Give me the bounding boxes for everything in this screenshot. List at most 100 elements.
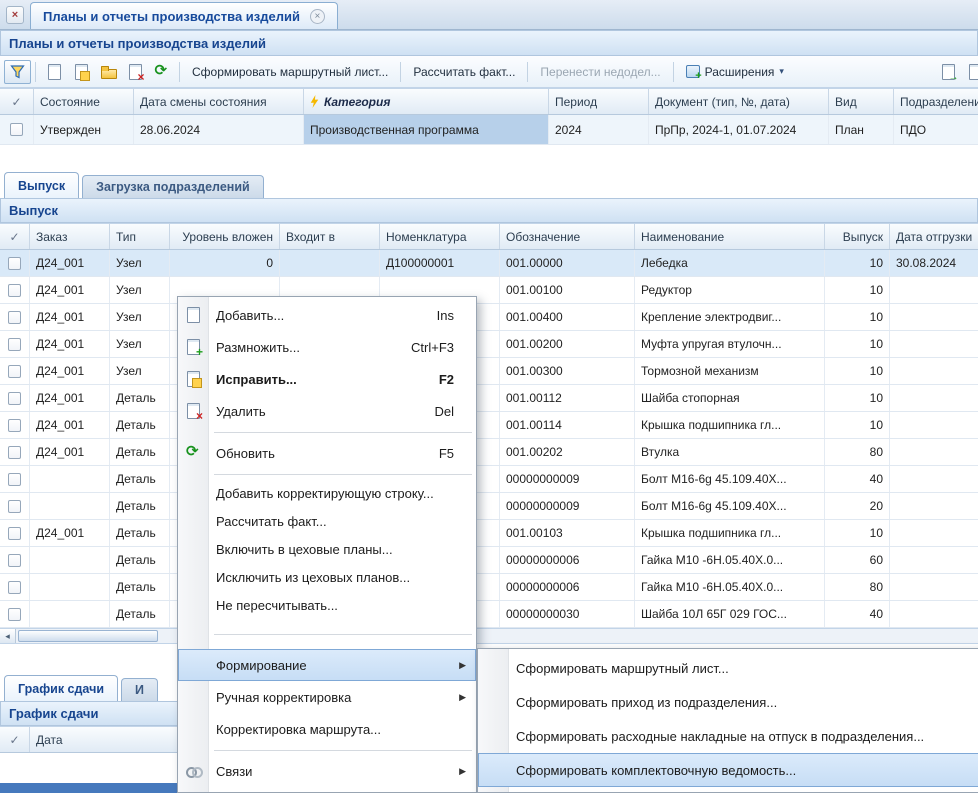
- column-header[interactable]: Дата отгрузки: [890, 224, 978, 249]
- table-row[interactable]: Д24_001Узел001.00100Редуктор10: [0, 277, 978, 304]
- menu-item-outgoing-invoices[interactable]: Сформировать расходные накладные на отпу…: [478, 719, 978, 753]
- module-header: Планы и отчеты производства изделий: [0, 30, 978, 56]
- column-header[interactable]: Категория: [304, 89, 549, 114]
- select-all-header[interactable]: ✓: [0, 224, 30, 249]
- delete-button[interactable]: [121, 60, 148, 84]
- horizontal-scrollbar[interactable]: [0, 628, 978, 644]
- menu-item-formation[interactable]: Формирование▶: [178, 649, 476, 681]
- column-header[interactable]: Уровень вложен: [170, 224, 280, 249]
- table-row[interactable]: Д24_001Узел001.00400Крепление электродви…: [0, 304, 978, 331]
- menu-item-exclude-shop-plans[interactable]: Исключить из цеховых планов...: [178, 563, 476, 591]
- row-checkbox[interactable]: [8, 527, 21, 540]
- column-header[interactable]: Наименование: [635, 224, 825, 249]
- table-row[interactable]: Д24_001Деталь001.00114Крышка подшипника …: [0, 412, 978, 439]
- row-checkbox[interactable]: [8, 419, 21, 432]
- route-list-button[interactable]: Сформировать маршрутный лист...: [184, 60, 396, 84]
- page-new-icon: [185, 307, 201, 323]
- menu-item-links[interactable]: Связи▶: [178, 755, 476, 787]
- menu-item-delete[interactable]: УдалитьDel: [178, 395, 476, 427]
- table-row[interactable]: Деталь00000000006Гайка М10 -6Н.05.40Х.0.…: [0, 547, 978, 574]
- refresh-button[interactable]: [148, 60, 175, 84]
- column-header-label: Дата отгрузки: [896, 230, 972, 244]
- column-header[interactable]: Тип: [110, 224, 170, 249]
- column-header[interactable]: Состояние: [34, 89, 134, 114]
- row-checkbox[interactable]: [10, 123, 23, 136]
- menu-item-kit-list[interactable]: Сформировать комплектовочную ведомость..…: [478, 753, 978, 787]
- scrollbar-thumb[interactable]: [18, 630, 158, 642]
- row-checkbox[interactable]: [8, 581, 21, 594]
- table-row[interactable]: Д24_001Деталь001.00103Крышка подшипника …: [0, 520, 978, 547]
- cell: Деталь: [110, 547, 170, 573]
- add-button[interactable]: [40, 60, 67, 84]
- scroll-left-button[interactable]: [0, 629, 16, 643]
- table-row[interactable]: Деталь00000000009Болт М16-6g 45.109.40Х.…: [0, 466, 978, 493]
- tab-schedule[interactable]: График сдачи: [4, 675, 118, 701]
- menu-item-edit[interactable]: Исправить...F2: [178, 363, 476, 395]
- checkbox-cell: [0, 493, 30, 519]
- menu-item-no-recalc[interactable]: Не пересчитывать...: [178, 591, 476, 619]
- table-row[interactable]: Деталь00000000009Болт М16-6g 45.109.40Х.…: [0, 493, 978, 520]
- export-button[interactable]: [934, 60, 961, 84]
- row-checkbox[interactable]: [8, 284, 21, 297]
- row-checkbox[interactable]: [8, 257, 21, 270]
- column-header[interactable]: Выпуск: [825, 224, 890, 249]
- table-row[interactable]: Деталь00000000030Шайба 10Л 65Г 029 ГОС..…: [0, 601, 978, 628]
- menu-item-add-correcting-row[interactable]: Добавить корректирующую строку...: [178, 479, 476, 507]
- tab-second[interactable]: И: [121, 678, 158, 701]
- menu-item-manual-correction[interactable]: Ручная корректировка▶: [178, 681, 476, 713]
- column-header[interactable]: Вид: [829, 89, 894, 114]
- table-row[interactable]: Д24_001Узел001.00200Муфта упругая втулоч…: [0, 331, 978, 358]
- menu-item-route-correction[interactable]: Корректировка маршрута...: [178, 713, 476, 745]
- filter-button[interactable]: [4, 60, 31, 84]
- tab-department-load[interactable]: Загрузка подразделений: [82, 175, 264, 198]
- checkbox-cell: [0, 439, 30, 465]
- cell: Шайба 10Л 65Г 029 ГОС...: [635, 601, 825, 627]
- menu-icon-slot: [178, 755, 208, 787]
- row-checkbox[interactable]: [8, 392, 21, 405]
- row-checkbox[interactable]: [8, 311, 21, 324]
- table-row[interactable]: Утвержден28.06.2024Производственная прог…: [0, 115, 978, 145]
- table-row[interactable]: Д24_001Деталь001.00202Втулка80: [0, 439, 978, 466]
- open-button[interactable]: [94, 60, 121, 84]
- close-tab-button[interactable]: ×: [6, 6, 24, 24]
- column-header[interactable]: Обозначение: [500, 224, 635, 249]
- menu-item-refresh[interactable]: ОбновитьF5: [178, 437, 476, 469]
- menu-item-add[interactable]: Добавить...Ins: [178, 299, 476, 331]
- edit-button[interactable]: [67, 60, 94, 84]
- select-all-header[interactable]: ✓: [0, 89, 34, 114]
- menu-item-include-shop-plans[interactable]: Включить в цеховые планы...: [178, 535, 476, 563]
- row-checkbox[interactable]: [8, 473, 21, 486]
- column-header[interactable]: Заказ: [30, 224, 110, 249]
- document-tab[interactable]: Планы и отчеты производства изделий ×: [30, 2, 338, 29]
- column-header[interactable]: Дата смены состояния: [134, 89, 304, 114]
- table-row[interactable]: Д24_001Узел0Д100000001001.00000Лебедка10…: [0, 250, 978, 277]
- column-header[interactable]: Подразделение: [894, 89, 978, 114]
- import-button[interactable]: [961, 60, 978, 84]
- column-header[interactable]: Номенклатура: [380, 224, 500, 249]
- menu-item-calc-fact[interactable]: Рассчитать факт...: [178, 507, 476, 535]
- column-header[interactable]: Период: [549, 89, 649, 114]
- table-row[interactable]: Деталь00000000006Гайка М10 -6Н.05.40Х.0.…: [0, 574, 978, 601]
- row-checkbox[interactable]: [8, 365, 21, 378]
- checkbox-cell: [0, 250, 30, 276]
- table-row[interactable]: Д24_001Деталь001.00112Шайба стопорная10: [0, 385, 978, 412]
- column-header[interactable]: Документ (тип, №, дата): [649, 89, 829, 114]
- select-all-header[interactable]: ✓: [0, 727, 30, 752]
- cell: 00000000006: [500, 574, 635, 600]
- tab-output[interactable]: Выпуск: [4, 172, 79, 198]
- calc-fact-button[interactable]: Рассчитать факт...: [405, 60, 523, 84]
- row-checkbox[interactable]: [8, 554, 21, 567]
- tab-close-icon[interactable]: ×: [310, 9, 325, 24]
- row-checkbox[interactable]: [8, 446, 21, 459]
- menu-item-incoming-from-department[interactable]: Сформировать приход из подразделения...: [478, 685, 978, 719]
- menu-item-duplicate[interactable]: Размножить...Ctrl+F3: [178, 331, 476, 363]
- toolbar-separator: [35, 62, 36, 82]
- row-checkbox[interactable]: [8, 608, 21, 621]
- row-checkbox[interactable]: [8, 338, 21, 351]
- column-header[interactable]: Входит в: [280, 224, 380, 249]
- menu-item-route-list[interactable]: Сформировать маршрутный лист...: [478, 651, 978, 685]
- extensions-button[interactable]: Расширения ▾: [678, 60, 792, 84]
- row-checkbox[interactable]: [8, 500, 21, 513]
- table-row[interactable]: Д24_001Узел001.00300Тормозной механизм10: [0, 358, 978, 385]
- submenu-arrow-icon: ▶: [459, 766, 470, 777]
